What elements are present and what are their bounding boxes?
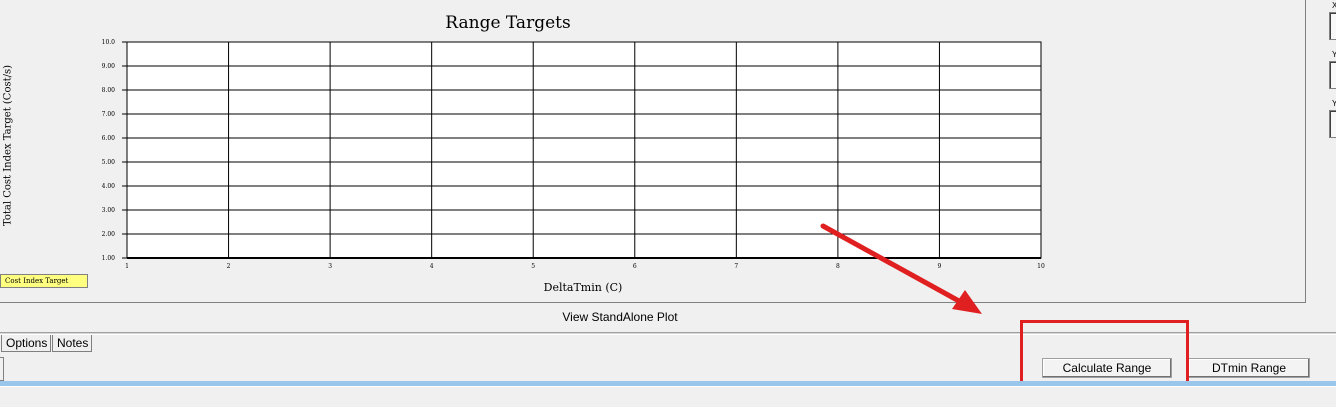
side-field-x[interactable]: X — [1322, 1, 1336, 40]
side-field-y1[interactable]: Y — [1322, 50, 1336, 89]
side-field-input[interactable] — [1329, 12, 1336, 40]
side-field-label: X — [1332, 1, 1336, 10]
window-bottom-edge — [0, 386, 1336, 407]
side-field-label: Y — [1332, 99, 1336, 108]
annotation-arrow — [820, 223, 982, 314]
side-field-input[interactable] — [1329, 110, 1336, 138]
side-field-y2[interactable]: Y — [1322, 99, 1336, 138]
side-field-label: Y — [1332, 50, 1336, 59]
side-field-input[interactable] — [1329, 61, 1336, 89]
